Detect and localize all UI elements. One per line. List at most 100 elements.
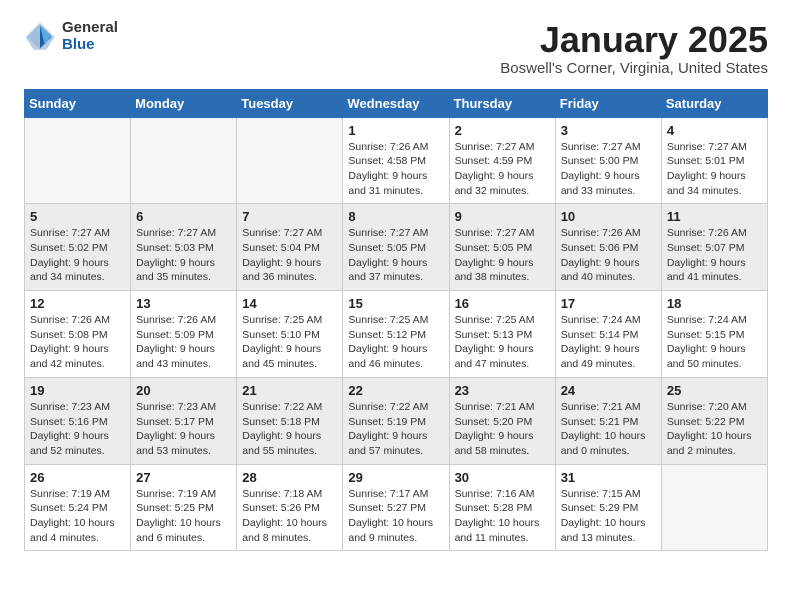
table-row: 28 Sunrise: 7:18 AM Sunset: 5:26 PM Dayli… [237,464,343,551]
day-info: Sunrise: 7:27 AM Sunset: 5:03 PM Dayligh… [136,226,231,285]
table-row: 15Sunrise: 7:25 AM Sunset: 5:12 PM Dayli… [343,291,449,378]
day-number: 4 [667,123,762,138]
day-number: 17 [561,296,656,311]
day-info: Sunrise: 7:27 AM Sunset: 4:59 PM Dayligh… [455,140,550,199]
logo-icon [24,21,56,53]
page: General Blue January 2025 Boswell's Corn… [0,0,792,571]
day-number: 15 [348,296,443,311]
table-row: 29 Sunrise: 7:17 AM Sunset: 5:27 PM Dayli… [343,464,449,551]
day-info: Sunrise: 7:27 AM Sunset: 5:04 PM Dayligh… [242,226,337,285]
calendar-week-row: 12Sunrise: 7:26 AM Sunset: 5:08 PM Dayli… [25,291,768,378]
header: General Blue January 2025 Boswell's Corn… [24,20,768,77]
table-row: 11 Sunrise: 7:26 AM Sunset: 5:07 PM Dayli… [661,204,767,291]
day-number: 13 [136,296,231,311]
day-number: 7 [242,209,337,224]
day-info: Sunrise: 7:21 AM Sunset: 5:20 PM Dayligh… [455,400,550,459]
col-wednesday: Wednesday [343,89,449,117]
table-row: 27Sunrise: 7:19 AM Sunset: 5:25 PM Dayli… [131,464,237,551]
table-row: 6 Sunrise: 7:27 AM Sunset: 5:03 PM Daylig… [131,204,237,291]
logo-blue-text: Blue [62,37,118,54]
table-row: 30 Sunrise: 7:16 AM Sunset: 5:28 PM Dayli… [449,464,555,551]
day-number: 21 [242,383,337,398]
table-row: 12Sunrise: 7:26 AM Sunset: 5:08 PM Dayli… [25,291,131,378]
table-row: 10Sunrise: 7:26 AM Sunset: 5:06 PM Dayli… [555,204,661,291]
table-row: 24 Sunrise: 7:21 AM Sunset: 5:21 PM Dayli… [555,377,661,464]
day-info: Sunrise: 7:24 AM Sunset: 5:14 PM Dayligh… [561,313,656,372]
day-number: 24 [561,383,656,398]
col-friday: Friday [555,89,661,117]
title-block: January 2025 Boswell's Corner, Virginia,… [500,20,768,77]
day-number: 23 [455,383,550,398]
col-saturday: Saturday [661,89,767,117]
day-number: 26 [30,470,125,485]
day-number: 11 [667,209,762,224]
table-row [131,117,237,204]
day-info: Sunrise: 7:17 AM Sunset: 5:27 PM Dayligh… [348,487,443,546]
day-info: Sunrise: 7:18 AM Sunset: 5:26 PM Dayligh… [242,487,337,546]
day-number: 3 [561,123,656,138]
day-number: 22 [348,383,443,398]
day-number: 16 [455,296,550,311]
day-number: 30 [455,470,550,485]
table-row: 26 Sunrise: 7:19 AM Sunset: 5:24 PM Dayli… [25,464,131,551]
table-row: 7 Sunrise: 7:27 AM Sunset: 5:04 PM Daylig… [237,204,343,291]
day-number: 5 [30,209,125,224]
table-row [25,117,131,204]
day-number: 29 [348,470,443,485]
day-info: Sunrise: 7:15 AM Sunset: 5:29 PM Dayligh… [561,487,656,546]
day-number: 6 [136,209,231,224]
table-row: 23 Sunrise: 7:21 AM Sunset: 5:20 PM Dayli… [449,377,555,464]
day-info: Sunrise: 7:27 AM Sunset: 5:02 PM Dayligh… [30,226,125,285]
day-info: Sunrise: 7:26 AM Sunset: 5:06 PM Dayligh… [561,226,656,285]
table-row: 1Sunrise: 7:26 AM Sunset: 4:58 PM Daylig… [343,117,449,204]
day-number: 1 [348,123,443,138]
calendar-week-row: 19Sunrise: 7:23 AM Sunset: 5:16 PM Dayli… [25,377,768,464]
table-row: 16 Sunrise: 7:25 AM Sunset: 5:13 PM Dayli… [449,291,555,378]
day-info: Sunrise: 7:23 AM Sunset: 5:16 PM Dayligh… [30,400,125,459]
calendar-week-row: 26 Sunrise: 7:19 AM Sunset: 5:24 PM Dayli… [25,464,768,551]
day-info: Sunrise: 7:22 AM Sunset: 5:19 PM Dayligh… [348,400,443,459]
day-info: Sunrise: 7:21 AM Sunset: 5:21 PM Dayligh… [561,400,656,459]
calendar-subtitle: Boswell's Corner, Virginia, United State… [500,60,768,77]
weekday-header-row: Sunday Monday Tuesday Wednesday Thursday… [25,89,768,117]
logo-text: General Blue [62,20,118,53]
calendar-title: January 2025 [500,20,768,60]
table-row: 25Sunrise: 7:20 AM Sunset: 5:22 PM Dayli… [661,377,767,464]
day-info: Sunrise: 7:26 AM Sunset: 5:07 PM Dayligh… [667,226,762,285]
table-row [661,464,767,551]
table-row: 8Sunrise: 7:27 AM Sunset: 5:05 PM Daylig… [343,204,449,291]
day-info: Sunrise: 7:16 AM Sunset: 5:28 PM Dayligh… [455,487,550,546]
table-row: 21 Sunrise: 7:22 AM Sunset: 5:18 PM Dayli… [237,377,343,464]
day-info: Sunrise: 7:19 AM Sunset: 5:24 PM Dayligh… [30,487,125,546]
day-info: Sunrise: 7:24 AM Sunset: 5:15 PM Dayligh… [667,313,762,372]
day-info: Sunrise: 7:25 AM Sunset: 5:10 PM Dayligh… [242,313,337,372]
day-number: 31 [561,470,656,485]
table-row: 2 Sunrise: 7:27 AM Sunset: 4:59 PM Daylig… [449,117,555,204]
col-monday: Monday [131,89,237,117]
logo-general-text: General [62,20,118,37]
day-number: 2 [455,123,550,138]
day-info: Sunrise: 7:27 AM Sunset: 5:01 PM Dayligh… [667,140,762,199]
table-row: 9Sunrise: 7:27 AM Sunset: 5:05 PM Daylig… [449,204,555,291]
calendar-week-row: 5 Sunrise: 7:27 AM Sunset: 5:02 PM Daylig… [25,204,768,291]
table-row [237,117,343,204]
day-info: Sunrise: 7:22 AM Sunset: 5:18 PM Dayligh… [242,400,337,459]
table-row: 20Sunrise: 7:23 AM Sunset: 5:17 PM Dayli… [131,377,237,464]
day-number: 28 [242,470,337,485]
table-row: 19Sunrise: 7:23 AM Sunset: 5:16 PM Dayli… [25,377,131,464]
col-sunday: Sunday [25,89,131,117]
col-thursday: Thursday [449,89,555,117]
table-row: 18Sunrise: 7:24 AM Sunset: 5:15 PM Dayli… [661,291,767,378]
day-info: Sunrise: 7:27 AM Sunset: 5:00 PM Dayligh… [561,140,656,199]
table-row: 5 Sunrise: 7:27 AM Sunset: 5:02 PM Daylig… [25,204,131,291]
day-number: 14 [242,296,337,311]
table-row: 14 Sunrise: 7:25 AM Sunset: 5:10 PM Dayli… [237,291,343,378]
table-row: 4 Sunrise: 7:27 AM Sunset: 5:01 PM Daylig… [661,117,767,204]
day-number: 9 [455,209,550,224]
day-number: 8 [348,209,443,224]
day-number: 27 [136,470,231,485]
day-info: Sunrise: 7:26 AM Sunset: 5:08 PM Dayligh… [30,313,125,372]
day-info: Sunrise: 7:23 AM Sunset: 5:17 PM Dayligh… [136,400,231,459]
day-info: Sunrise: 7:25 AM Sunset: 5:13 PM Dayligh… [455,313,550,372]
table-row: 3 Sunrise: 7:27 AM Sunset: 5:00 PM Daylig… [555,117,661,204]
